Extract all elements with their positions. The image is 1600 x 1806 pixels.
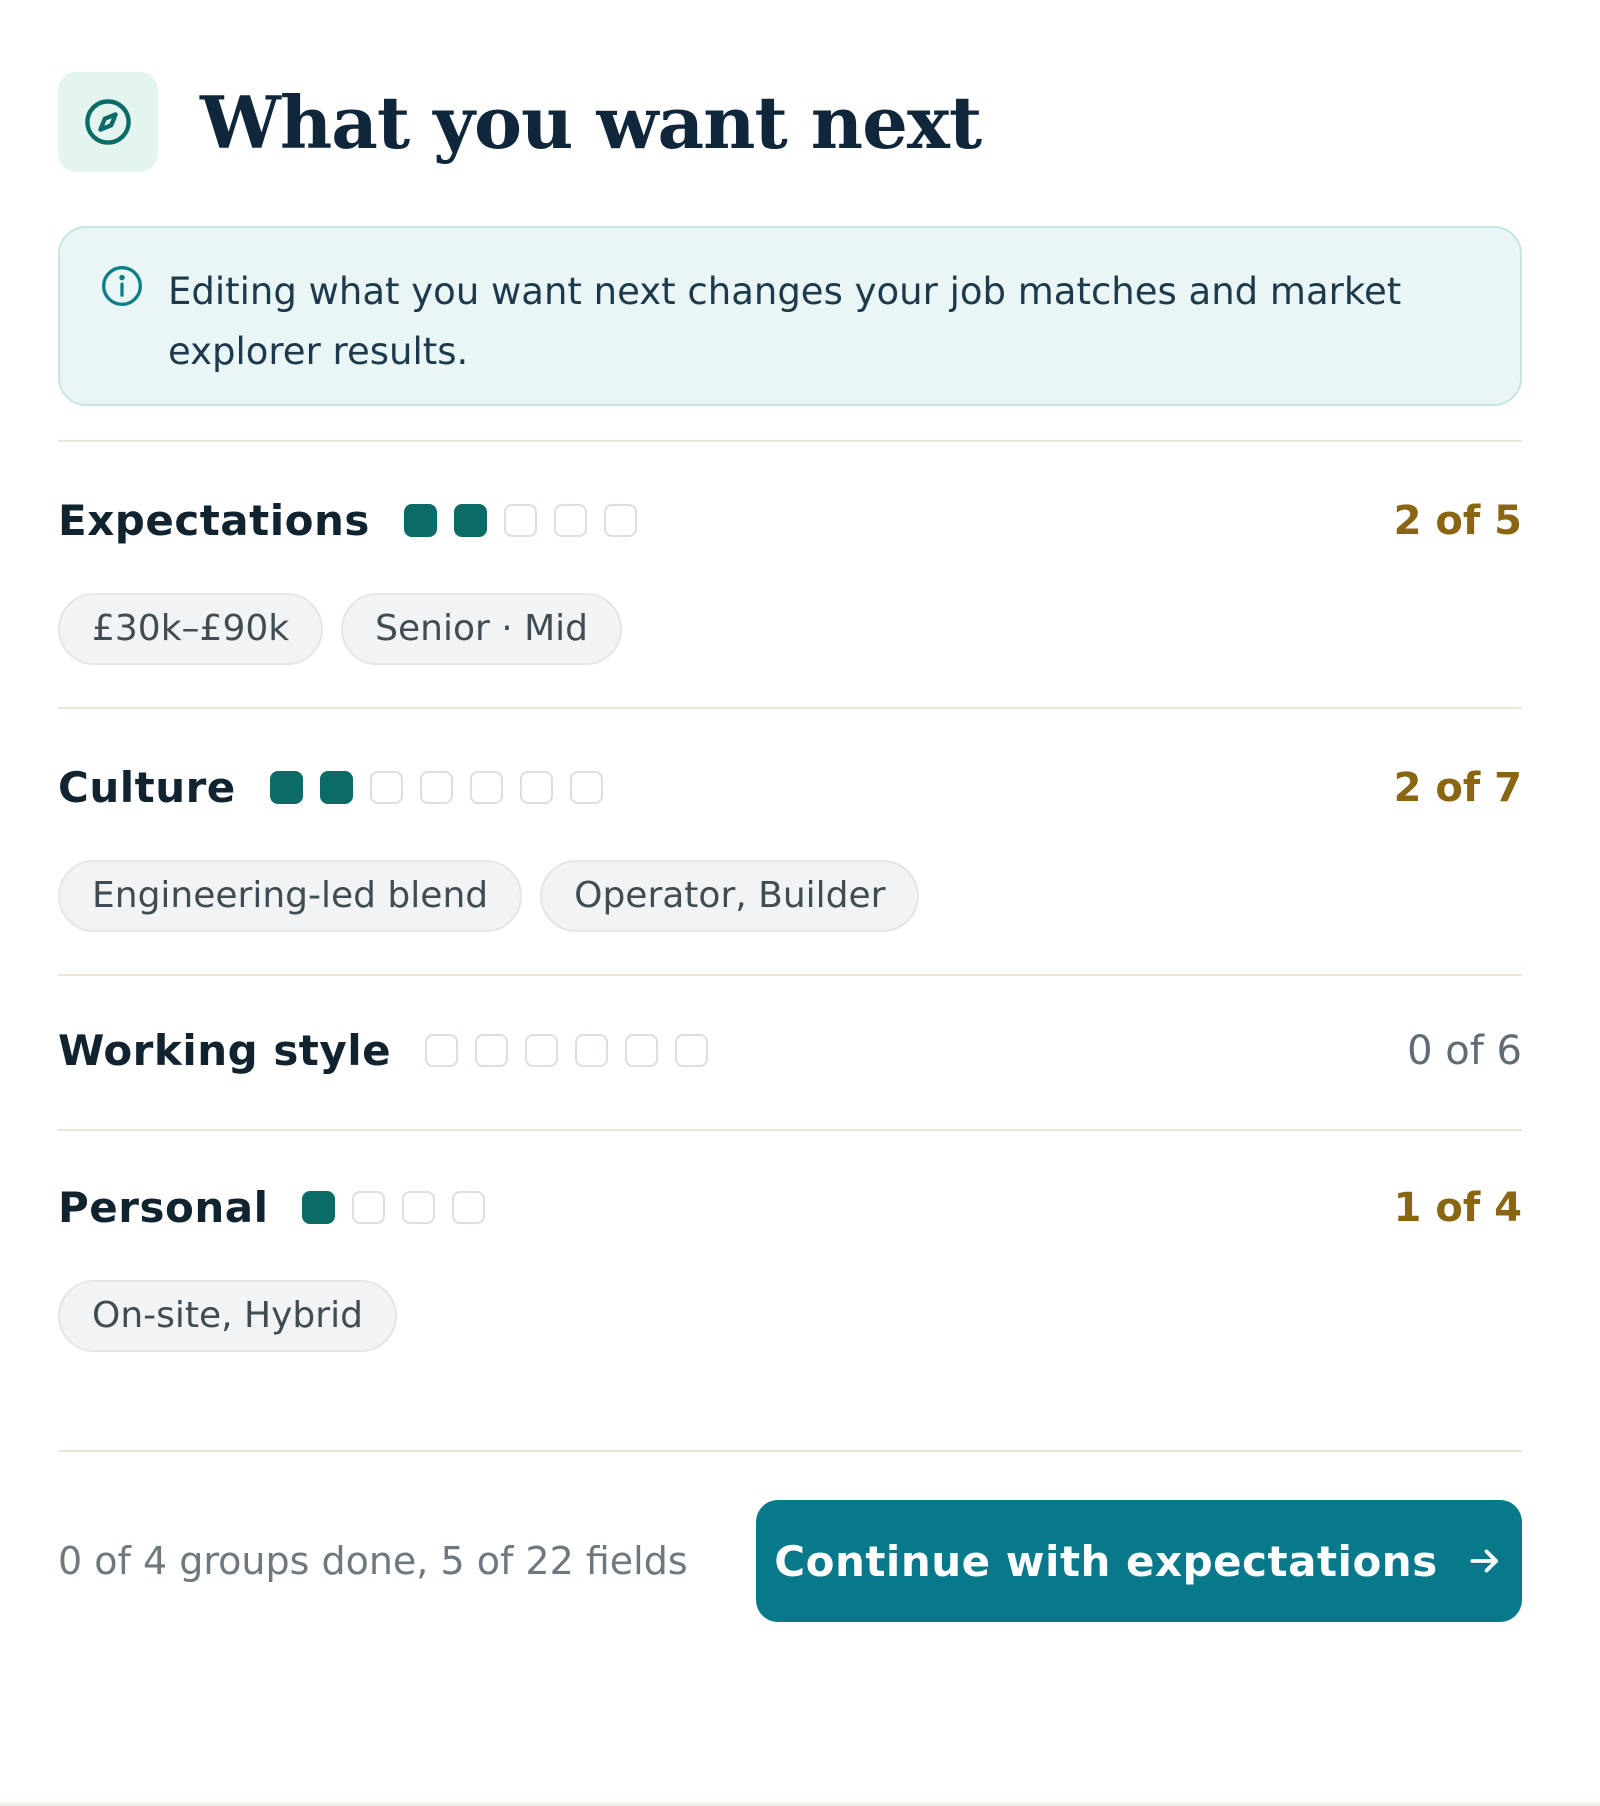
progress-dot-filled <box>319 771 353 804</box>
want-next-card: What you want next Editing what you want… <box>0 72 1600 1806</box>
divider <box>58 1450 1522 1452</box>
progress-dot-empty <box>569 771 603 804</box>
group-header[interactable]: Expectations 2 of 5 <box>58 496 1522 545</box>
progress-dot-empty <box>625 1034 659 1067</box>
chip-archetypes[interactable]: Operator, Builder <box>540 860 920 932</box>
group-count: 0 of 6 <box>1407 1027 1522 1074</box>
info-icon <box>100 264 144 312</box>
chip-culture-blend[interactable]: Engineering-led blend <box>58 860 523 932</box>
continue-button[interactable]: Continue with expectations <box>756 1500 1522 1622</box>
progress-dot-empty <box>575 1034 609 1067</box>
progress-dot-empty <box>469 771 503 804</box>
group-culture[interactable]: Culture 2 of 7 Engineering-led blend Ope… <box>58 709 1522 932</box>
progress-dot-filled <box>269 771 303 804</box>
arrow-right-icon <box>1466 1542 1504 1580</box>
progress-dot-empty <box>503 504 537 537</box>
group-header[interactable]: Working style 0 of 6 <box>58 1026 1522 1075</box>
card-bottom-edge <box>0 1800 1600 1806</box>
progress-dot-filled <box>403 504 437 537</box>
progress-dot-filled <box>302 1191 336 1224</box>
progress-dot-empty <box>553 504 587 537</box>
chip-work-location[interactable]: On-site, Hybrid <box>58 1280 397 1352</box>
chip-list: £30k–£90k Senior · Mid <box>58 593 1522 665</box>
progress-dot-empty <box>475 1034 509 1067</box>
progress-dot-empty <box>425 1034 459 1067</box>
card-header: What you want next <box>58 72 1522 172</box>
group-title: Expectations <box>58 496 370 545</box>
progress-dot-empty <box>419 771 453 804</box>
chip-salary-range[interactable]: £30k–£90k <box>58 593 324 665</box>
chip-seniority[interactable]: Senior · Mid <box>341 593 623 665</box>
progress-dot-empty <box>369 771 403 804</box>
progress-dot-empty <box>603 504 637 537</box>
group-working-style[interactable]: Working style 0 of 6 <box>58 976 1522 1075</box>
notice-text: Editing what you want next changes your … <box>168 270 1402 373</box>
page-title: What you want next <box>200 79 982 165</box>
continue-button-label: Continue with expectations <box>774 1536 1438 1586</box>
chip-list: Engineering-led blend Operator, Builder <box>58 860 1522 932</box>
group-count: 2 of 7 <box>1393 764 1522 811</box>
card-footer: 0 of 4 groups done, 5 of 22 fields Conti… <box>58 1500 1522 1622</box>
info-notice: Editing what you want next changes your … <box>58 226 1522 406</box>
group-title: Working style <box>58 1026 392 1075</box>
progress-dot-empty <box>675 1034 709 1067</box>
progress-dots <box>302 1191 502 1224</box>
group-count: 1 of 4 <box>1393 1184 1522 1231</box>
progress-dot-empty <box>402 1191 436 1224</box>
progress-dot-empty <box>452 1191 486 1224</box>
group-header[interactable]: Personal 1 of 4 <box>58 1183 1522 1232</box>
progress-dot-filled <box>453 504 487 537</box>
chip-list: On-site, Hybrid <box>58 1280 1522 1352</box>
group-title: Personal <box>58 1183 269 1232</box>
group-expectations[interactable]: Expectations 2 of 5 £30k–£90k Senior · M… <box>58 442 1522 665</box>
progress-dots <box>403 504 654 537</box>
progress-dot-empty <box>519 771 553 804</box>
progress-dots <box>425 1034 725 1067</box>
progress-dot-empty <box>525 1034 559 1067</box>
group-count: 2 of 5 <box>1393 497 1522 544</box>
progress-dot-empty <box>352 1191 386 1224</box>
group-title: Culture <box>58 763 236 812</box>
progress-dots <box>269 771 620 804</box>
group-header[interactable]: Culture 2 of 7 <box>58 763 1522 812</box>
compass-icon <box>58 72 158 172</box>
group-personal[interactable]: Personal 1 of 4 On-site, Hybrid <box>58 1131 1522 1352</box>
progress-summary: 0 of 4 groups done, 5 of 22 fields <box>58 1539 688 1583</box>
